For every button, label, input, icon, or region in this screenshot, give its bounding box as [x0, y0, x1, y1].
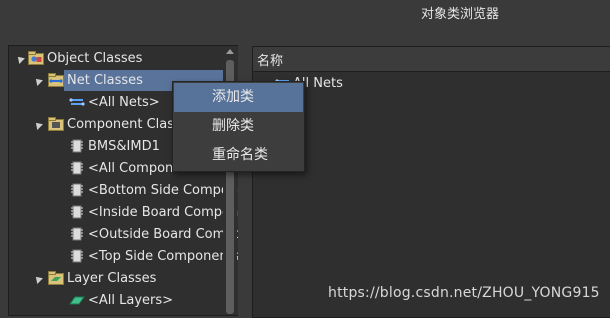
class-member-list[interactable]: 名称 All Nets	[252, 46, 610, 318]
scroll-up-icon[interactable]	[226, 49, 234, 54]
component-icon	[71, 249, 83, 263]
watermark-text: https://blog.csdn.net/ZHOU_YONG915	[328, 285, 600, 301]
layer-icon	[69, 296, 85, 305]
component-icon	[71, 161, 83, 175]
tree-item-label: <Top Side Components>	[88, 249, 238, 264]
tree-item-label: Object Classes	[47, 51, 143, 66]
menu-item-rename-class[interactable]: 重命名类	[174, 141, 303, 170]
collapse-arrow-icon[interactable]	[33, 274, 43, 284]
tree-item-component[interactable]: <Bottom Side Components>	[9, 180, 238, 201]
collapse-arrow-icon[interactable]	[33, 120, 43, 130]
context-menu: 添加类 删除类 重命名类	[172, 81, 305, 172]
menu-item-delete-class[interactable]: 删除类	[174, 112, 303, 141]
list-item[interactable]: All Nets	[275, 73, 475, 94]
tree-item-component[interactable]: <Top Side Components>	[9, 246, 238, 267]
collapse-arrow-icon[interactable]	[33, 76, 43, 86]
net-icon	[69, 98, 85, 106]
title-bar: 对象类浏览器	[0, 0, 610, 30]
tree-item-label: <Inside Board Components>	[88, 205, 238, 220]
tree-item-label: Layer Classes	[67, 271, 157, 286]
column-header-name[interactable]: 名称	[253, 47, 610, 72]
layer-classes-icon	[48, 271, 64, 285]
tree-item-component[interactable]: <Outside Board Components>	[9, 224, 238, 245]
column-header-label: 名称	[257, 54, 284, 69]
menu-item-add-class[interactable]: 添加类	[174, 83, 303, 112]
net-classes-icon	[48, 73, 64, 87]
component-icon	[71, 183, 83, 197]
object-classes-icon	[28, 51, 44, 65]
tree-item-label: <All Nets>	[88, 95, 160, 110]
window-title: 对象类浏览器	[420, 7, 499, 22]
tree-item-object-classes[interactable]: Object Classes	[9, 48, 224, 69]
collapse-arrow-icon[interactable]	[15, 54, 25, 64]
component-classes-icon	[48, 117, 64, 131]
tree-item-all-layers[interactable]: <All Layers>	[9, 290, 224, 311]
tree-item-label: BMS&IMD1	[88, 139, 160, 154]
component-icon	[71, 205, 83, 219]
tree-item-label: <All Layers>	[88, 293, 174, 308]
tree-item-label: <Bottom Side Components>	[88, 183, 238, 198]
component-icon	[71, 139, 83, 153]
tree-item-layer-classes[interactable]: Layer Classes	[9, 268, 224, 289]
component-icon	[71, 227, 83, 241]
tree-item-label: <Outside Board Components>	[88, 227, 238, 242]
tree-item-component[interactable]: <Inside Board Components>	[9, 202, 238, 223]
